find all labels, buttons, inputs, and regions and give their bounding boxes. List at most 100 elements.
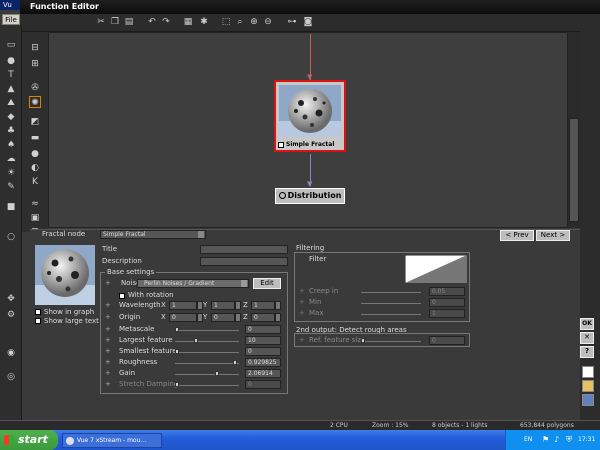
copy-icon[interactable]: ❐ <box>109 16 121 28</box>
mountain-icon[interactable]: ⛰ <box>5 97 17 109</box>
param-slider-knob[interactable] <box>175 382 179 387</box>
node-turbulence-icon[interactable]: ≈ <box>29 198 41 210</box>
ok-button[interactable]: OK <box>580 318 594 330</box>
origin-z-field[interactable]: 0 <box>251 313 275 322</box>
filter-param-slider[interactable] <box>361 292 421 293</box>
undo-icon[interactable]: ↶ <box>146 16 158 28</box>
redo-icon[interactable]: ↷ <box>160 16 172 28</box>
tray-language[interactable]: EN <box>524 430 532 450</box>
show-in-graph-checkbox[interactable] <box>35 309 41 315</box>
security-icon[interactable]: ⛨ <box>566 430 572 450</box>
next-button[interactable]: Next > <box>536 230 570 241</box>
node-type-select[interactable]: Simple Fractal <box>100 230 206 239</box>
param-slider[interactable] <box>175 330 239 331</box>
param-value-field[interactable]: 0.929825 <box>245 358 281 367</box>
ref-feature-size-field[interactable]: 0 <box>429 336 465 345</box>
with-rotation-checkbox[interactable] <box>119 293 125 299</box>
network-icon[interactable]: ⚙ <box>5 309 17 321</box>
terrain-icon[interactable]: ▲ <box>5 83 17 95</box>
node-checkbox[interactable] <box>278 141 284 148</box>
render-icon[interactable]: ◉ <box>5 347 17 359</box>
node-covering-icon[interactable]: K <box>29 176 41 188</box>
brush-icon[interactable]: ✎ <box>5 181 17 193</box>
open-folder-icon[interactable] <box>582 380 594 392</box>
param-slider[interactable] <box>175 341 239 342</box>
param-slider[interactable] <box>175 385 239 386</box>
cancel-button[interactable]: ✕ <box>580 332 594 344</box>
zoom-fit-icon[interactable]: ⬚ <box>220 16 232 28</box>
param-slider[interactable] <box>175 374 239 375</box>
origin-x-field[interactable]: 0 <box>169 313 197 322</box>
node-filter-icon[interactable]: ▬ <box>29 132 41 144</box>
wavelength-y-spin[interactable] <box>235 301 241 310</box>
grid-icon[interactable]: ▦ <box>182 16 194 28</box>
param-slider-knob[interactable] <box>194 338 198 343</box>
paste-icon[interactable]: ▤ <box>123 16 135 28</box>
filter-curve-preview[interactable] <box>405 255 467 283</box>
ref-feature-size-slider[interactable] <box>361 341 421 342</box>
new-document-icon[interactable] <box>582 366 594 378</box>
zoom-region-icon[interactable]: ⌕ <box>234 16 246 28</box>
filter-param-slider[interactable] <box>361 303 421 304</box>
simple-fractal-node[interactable]: Simple Fractal <box>274 80 346 152</box>
snapshot-icon[interactable]: ◙ <box>302 16 314 28</box>
description-input[interactable] <box>200 257 288 266</box>
cut-icon[interactable]: ✂ <box>95 16 107 28</box>
param-slider-knob[interactable] <box>233 360 237 365</box>
cube-icon[interactable]: ■ <box>5 201 17 213</box>
plant-icon[interactable]: ♣ <box>5 125 17 137</box>
edit-noise-button[interactable]: Edit <box>253 278 281 289</box>
rock-icon[interactable]: ◆ <box>5 111 17 123</box>
node-color-icon[interactable]: ◩ <box>29 116 41 128</box>
filter-param-slider[interactable] <box>361 314 421 315</box>
param-value-field[interactable]: 0 <box>245 347 281 356</box>
param-slider-knob[interactable] <box>175 327 179 332</box>
settings-icon[interactable]: ✱ <box>198 16 210 28</box>
filter-param-field[interactable]: 0 <box>429 298 465 307</box>
help-button[interactable]: ? <box>580 346 594 358</box>
link-icon[interactable]: ⊶ <box>286 16 298 28</box>
wavelength-z-spin[interactable] <box>275 301 281 310</box>
param-value-field[interactable]: 10 <box>245 336 281 345</box>
sphere-icon[interactable]: ● <box>5 55 17 67</box>
param-value-field[interactable]: 0 <box>245 325 281 334</box>
param-slider-knob[interactable] <box>175 349 179 354</box>
text-icon[interactable]: T <box>5 69 17 81</box>
filter-param-field[interactable]: 1 <box>429 309 465 318</box>
zoom-in-icon[interactable]: ⊕ <box>248 16 260 28</box>
cloud-icon[interactable]: ☁ <box>5 153 17 165</box>
camera-icon[interactable]: ◎ <box>5 371 17 383</box>
node-fractal-icon[interactable]: ✺ <box>29 96 41 108</box>
filter-param-field[interactable]: 0.05 <box>429 287 465 296</box>
node-map-icon[interactable]: ▣ <box>29 212 41 224</box>
volume-icon[interactable]: ♪ <box>554 430 559 450</box>
origin-z-spin[interactable] <box>275 313 281 322</box>
node-noise-icon[interactable]: ✇ <box>29 82 41 94</box>
move-icon[interactable]: ✥ <box>5 293 17 305</box>
prev-button[interactable]: < Prev <box>500 230 534 241</box>
select-icon[interactable]: ▭ <box>5 39 17 51</box>
distribution-node[interactable]: Distribution <box>275 188 345 204</box>
tree-icon[interactable]: ♠ <box>5 139 17 151</box>
wavelength-y-field[interactable]: 1 <box>211 301 235 310</box>
param-slider-knob[interactable] <box>215 371 219 376</box>
start-button[interactable]: start <box>0 430 58 450</box>
taskbar-item-vue[interactable]: Vue 7 xStream - mou... <box>62 433 162 448</box>
param-slider[interactable] <box>175 352 239 353</box>
param-value-field[interactable]: 0 <box>245 380 281 389</box>
network-icon[interactable]: ⚑ <box>542 430 549 450</box>
noise-select[interactable]: Perlin Noises / Gradient <box>137 279 249 288</box>
node-output-icon[interactable]: ⊞ <box>29 58 41 70</box>
wavelength-z-field[interactable]: 1 <box>251 301 275 310</box>
param-value-field[interactable]: 2.06914 <box>245 369 281 378</box>
param-slider[interactable] <box>175 363 239 364</box>
node-combiner-icon[interactable]: ◐ <box>29 162 41 174</box>
wavelength-x-field[interactable]: 1 <box>169 301 197 310</box>
ref-feature-size-knob[interactable] <box>361 338 365 343</box>
show-large-text-checkbox[interactable] <box>35 318 41 324</box>
save-icon[interactable] <box>582 394 594 406</box>
origin-y-spin[interactable] <box>235 313 241 322</box>
origin-y-field[interactable]: 0 <box>211 313 235 322</box>
node-constant-icon[interactable]: ● <box>29 148 41 160</box>
node-input-icon[interactable]: ⊟ <box>29 42 41 54</box>
